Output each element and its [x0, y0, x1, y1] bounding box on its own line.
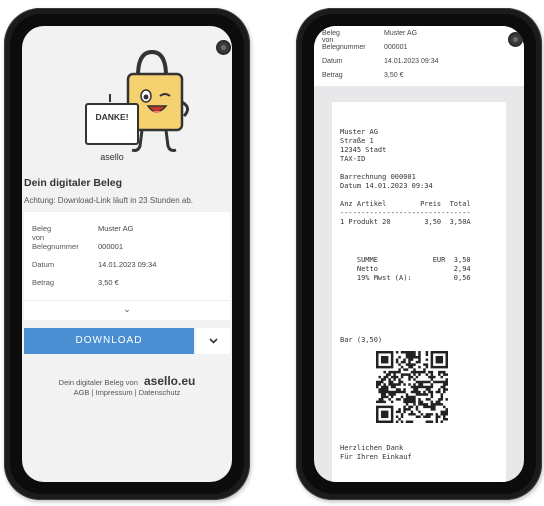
receipt-line: TAX-ID	[340, 155, 366, 163]
receipt-line: Barrechnung 000001	[340, 173, 416, 181]
expand-details-button[interactable]: ⌄	[24, 300, 230, 319]
info-label: Belegnummer	[322, 44, 366, 51]
receipt-detail-screen: Beleg von Muster AG Belegnummer 000001 D…	[314, 26, 524, 482]
receipt-line: Datum 14.01.2023 09:34	[340, 182, 433, 190]
info-value: 000001	[98, 242, 124, 251]
info-label: Beleg von	[32, 224, 52, 242]
info-value: Muster AG	[98, 224, 134, 233]
info-label: Beleg von	[322, 30, 340, 44]
footer-brand-link[interactable]: asello.eu	[144, 374, 195, 388]
footer-text: Dein digitaler Beleg von	[58, 378, 138, 387]
info-value: Muster AG	[384, 30, 418, 37]
info-label: Datum	[32, 260, 55, 269]
receipt-line: 12345 Stadt	[340, 146, 387, 154]
receipt-overview-screen: DANKE! asello Dein digitaler Beleg Achtu…	[22, 26, 232, 482]
chevron-down-icon	[208, 338, 218, 344]
chevron-down-icon: ⌄	[123, 304, 131, 314]
info-value: 3,50 €	[98, 278, 119, 287]
receipt-paper: Muster AG Straße 1 12345 Stadt TAX-ID Ba…	[332, 102, 506, 482]
receipt-info-card: Beleg von Muster AG Belegnummer 000001 D…	[24, 212, 230, 320]
receipt-line: Netto 2,94	[340, 265, 471, 273]
camera-icon	[218, 42, 229, 53]
download-button[interactable]: DOWNLOAD	[24, 328, 194, 354]
download-group: DOWNLOAD	[24, 328, 230, 354]
info-label: Datum	[322, 58, 343, 65]
receipt-summary-header: Beleg von Muster AG Belegnummer 000001 D…	[314, 26, 524, 86]
receipt-line: Muster AG	[340, 128, 378, 136]
info-value: 3,50 €	[384, 72, 404, 79]
receipt-footer-line: Herzlichen Dank	[340, 444, 404, 452]
footer-credit: Dein digitaler Beleg von asello.eu	[22, 374, 232, 388]
receipt-line: Anz Artikel Preis Total	[340, 200, 471, 208]
download-options-button[interactable]	[196, 328, 230, 354]
asello-logo: asello	[100, 152, 124, 162]
footer-links[interactable]: AGB | Impressum | Datenschutz	[22, 388, 232, 397]
phone-bezel: Beleg von Muster AG Belegnummer 000001 D…	[302, 14, 536, 494]
info-label: Betrag	[322, 72, 343, 79]
receipt-footer-line: Für Ihren Einkauf	[340, 453, 412, 461]
camera-icon	[510, 34, 521, 45]
phone-bezel: DANKE! asello Dein digitaler Beleg Achtu…	[10, 14, 244, 494]
phone-frame-left: DANKE! asello Dein digitaler Beleg Achtu…	[4, 8, 250, 500]
info-label: Belegnummer	[32, 242, 79, 251]
receipt-line: 19% Mwst (A): 0,56	[340, 274, 471, 282]
page-title: Dein digitaler Beleg	[24, 177, 123, 189]
info-label: Betrag	[32, 278, 55, 287]
receipt-line: SUMME EUR 3,50	[340, 256, 471, 264]
expiry-notice: Achtung: Download-Link läuft in 23 Stund…	[24, 196, 194, 205]
info-value: 14.01.2023 09:34	[98, 260, 157, 269]
info-value: 000001	[384, 44, 408, 51]
receipt-line: Bar (3,50)	[340, 336, 383, 344]
info-value: 14.01.2023 09:34	[384, 58, 439, 65]
receipt-line: -------------------------------	[340, 209, 471, 217]
sign-thanks-text: DANKE!	[95, 112, 128, 122]
phone-frame-right: Beleg von Muster AG Belegnummer 000001 D…	[296, 8, 542, 500]
shopping-bag-mascot: DANKE! asello	[85, 49, 189, 162]
qr-code	[376, 351, 448, 423]
receipt-line: Straße 1	[340, 137, 374, 145]
receipt-line: 1 Produkt 20 3,50 3,50A	[340, 218, 471, 226]
